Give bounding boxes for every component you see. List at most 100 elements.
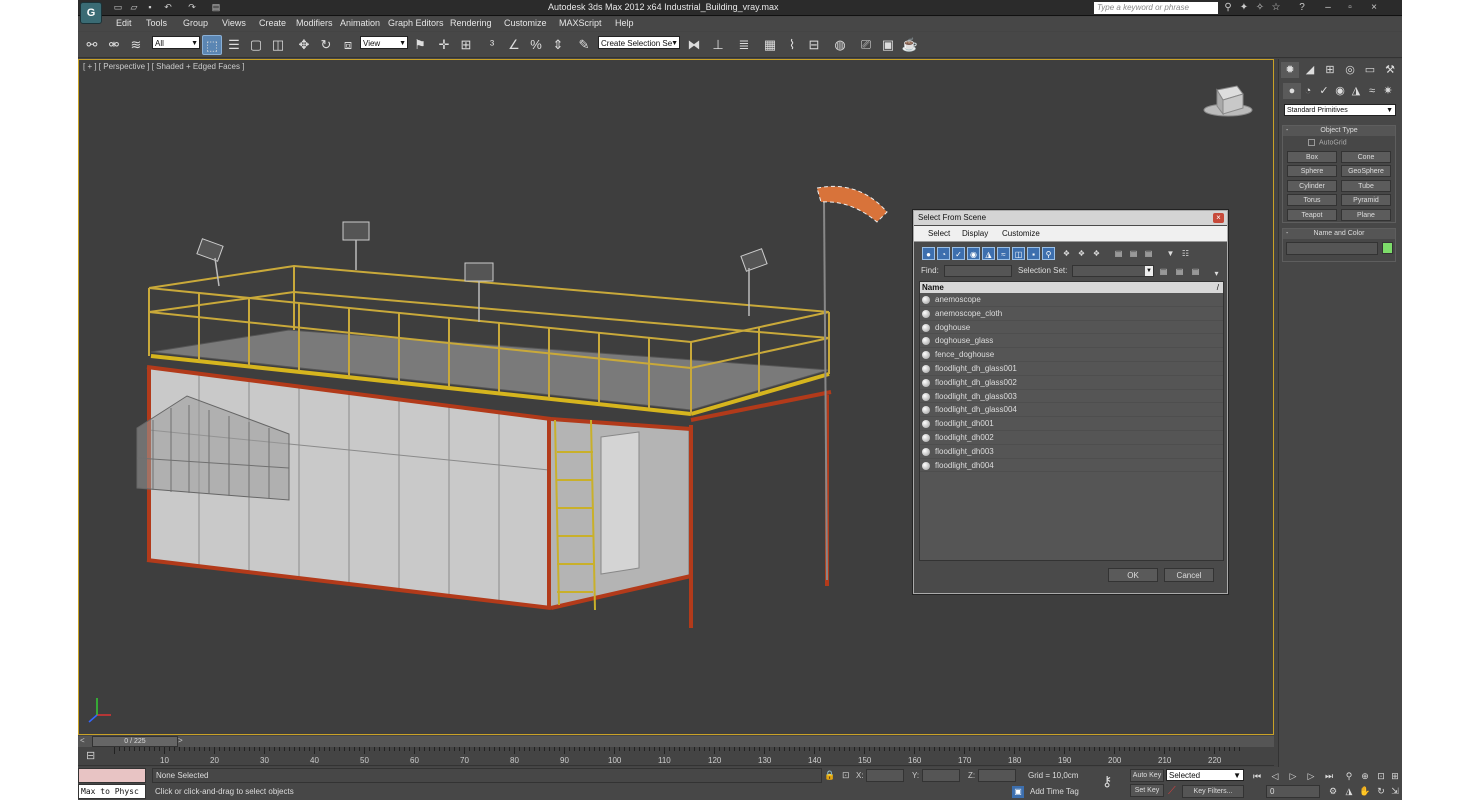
time-config-icon[interactable]: ⚙ (1326, 785, 1340, 798)
list-item[interactable]: floodlight_dh_glass003 (920, 390, 1223, 404)
zoom-extents-all-icon[interactable]: ⊞ (1388, 770, 1402, 783)
cone-button[interactable]: Cone (1341, 151, 1391, 163)
go-to-end-icon[interactable]: ⏭ (1322, 770, 1336, 782)
app-logo-button[interactable]: G (80, 2, 102, 24)
list-item[interactable]: fence_doghouse (920, 348, 1223, 362)
hierarchy-tab-icon[interactable]: ⊞ (1321, 62, 1339, 78)
reference-coordinate-dropdown[interactable]: View ▼ (360, 36, 408, 49)
list-item[interactable]: floodlight_dh_glass001 (920, 362, 1223, 376)
dialog-menu-select[interactable]: Select (928, 229, 950, 238)
box-button[interactable]: Box (1287, 151, 1337, 163)
communication-icon[interactable]: ✧ (1254, 2, 1266, 14)
absolute-mode-icon[interactable]: ⊡ (842, 770, 850, 781)
list-item[interactable]: anemoscope (920, 293, 1223, 307)
list-item[interactable]: floodlight_dh002 (920, 431, 1223, 445)
display-space-warps-icon[interactable]: ≈ (997, 247, 1010, 260)
material-editor-icon[interactable]: ◍ (830, 35, 850, 55)
maxscript-listener-output[interactable] (78, 768, 146, 783)
maximize-viewport-icon[interactable]: ⇲ (1388, 785, 1402, 798)
dialog-menu-display[interactable]: Display (962, 229, 988, 238)
edit-named-selection-icon[interactable]: ✎ (574, 35, 594, 55)
undo-icon[interactable]: ↶ (162, 2, 174, 13)
keyboard-shortcut-icon[interactable]: ⊞ (456, 35, 476, 55)
help-icon[interactable]: ? (1296, 2, 1308, 14)
cylinder-button[interactable]: Cylinder (1287, 180, 1337, 192)
object-type-header[interactable]: - Object Type (1283, 126, 1395, 136)
render-setup-icon[interactable]: ⎚ (856, 35, 876, 55)
select-all-icon[interactable]: ▤ (1112, 247, 1125, 260)
orbit-icon[interactable]: ↻ (1374, 785, 1388, 798)
slider-prev-icon[interactable]: < (80, 736, 85, 745)
autogrid-checkbox[interactable]: AutoGrid (1308, 139, 1347, 146)
dialog-title-bar[interactable]: Select From Scene (914, 211, 1227, 225)
move-icon[interactable]: ✥ (294, 35, 314, 55)
go-to-start-icon[interactable]: ⏮ (1250, 770, 1264, 782)
pan-icon[interactable]: ✋ (1358, 785, 1372, 798)
torus-button[interactable]: Torus (1287, 194, 1337, 206)
set-key-icon[interactable]: ⟋ (1168, 785, 1176, 798)
spinner-snap-icon[interactable]: ⇕ (548, 35, 568, 55)
dialog-options-icon[interactable]: ▾ (1210, 267, 1223, 280)
menu-tools[interactable]: Tools (146, 18, 167, 28)
menu-create[interactable]: Create (259, 18, 286, 28)
z-coordinate-field[interactable] (978, 769, 1016, 782)
time-tag-icon[interactable]: ▣ (1012, 786, 1024, 798)
teapot-button[interactable]: Teapot (1287, 209, 1337, 221)
display-all-icon[interactable]: ❖ (1060, 247, 1073, 260)
time-slider-thumb[interactable]: 0 / 225 (92, 736, 178, 747)
current-frame-field[interactable]: 0 (1266, 785, 1320, 798)
hierarchy-icon[interactable]: ☷ (1179, 247, 1192, 260)
search-input[interactable]: Type a keyword or phrase (1094, 2, 1218, 14)
selection-set-dropdown[interactable]: ▼ (1072, 265, 1154, 277)
mirror-icon[interactable]: ⧓ (684, 35, 704, 55)
display-helpers-icon[interactable]: ◮ (982, 247, 995, 260)
angle-snap-icon[interactable]: ∠ (504, 35, 524, 55)
name-and-color-header[interactable]: - Name and Color (1283, 229, 1395, 239)
menu-customize[interactable]: Customize (504, 18, 547, 28)
scale-icon[interactable]: ⧈ (338, 35, 358, 55)
set-key-button[interactable]: Set Key (1130, 784, 1164, 797)
select-invert-icon[interactable]: ▤ (1142, 247, 1155, 260)
snaps-toggle-icon[interactable]: ³ (482, 35, 502, 55)
rendered-frame-window-icon[interactable]: ▣ (878, 35, 898, 55)
find-input[interactable] (944, 265, 1012, 277)
link-icon[interactable]: ⚯ (82, 35, 102, 55)
select-none-icon[interactable]: ▤ (1127, 247, 1140, 260)
lock-selection-icon[interactable]: 🔒 (824, 770, 835, 781)
minimize-icon[interactable]: – (1322, 2, 1334, 14)
display-tab-icon[interactable]: ▭ (1361, 62, 1379, 78)
list-item[interactable]: doghouse (920, 321, 1223, 335)
display-xrefs-icon[interactable]: ▪ (1027, 247, 1040, 260)
selection-filter-dropdown[interactable]: All ▼ (152, 36, 200, 49)
list-item[interactable]: floodlight_dh_glass004 (920, 403, 1223, 418)
y-coordinate-field[interactable] (922, 769, 960, 782)
mini-curve-editor-icon[interactable]: ⊟ (86, 749, 95, 762)
menu-help[interactable]: Help (615, 18, 634, 28)
object-color-swatch[interactable] (1382, 242, 1393, 254)
schematic-view-icon[interactable]: ⊟ (804, 35, 824, 55)
rectangular-selection-icon[interactable]: ▢ (246, 35, 266, 55)
primitive-type-dropdown[interactable]: Standard Primitives ▼ (1284, 104, 1396, 116)
menu-group[interactable]: Group (183, 18, 208, 28)
select-by-name-icon[interactable]: ☰ (224, 35, 244, 55)
percent-snap-icon[interactable]: % (526, 35, 546, 55)
menu-maxscript[interactable]: MAXScript (559, 18, 602, 28)
named-selection-set-dropdown[interactable]: Create Selection Se ▼ (598, 36, 680, 49)
display-groups-icon[interactable]: ◫ (1012, 247, 1025, 260)
render-production-icon[interactable]: ☕ (900, 35, 920, 55)
add-time-tag[interactable]: Add Time Tag (1030, 787, 1079, 796)
list-item[interactable]: floodlight_dh004 (920, 459, 1223, 473)
auto-key-button[interactable]: Auto Key (1130, 769, 1164, 782)
select-object-icon[interactable]: ⬚ (202, 35, 222, 55)
tube-button[interactable]: Tube (1341, 180, 1391, 192)
unlink-icon[interactable]: ⚮ (104, 35, 124, 55)
binoculars-icon[interactable]: ⚲ (1222, 2, 1234, 14)
select-manipulate-icon[interactable]: ✛ (434, 35, 454, 55)
dialog-close-icon[interactable]: × (1213, 213, 1224, 223)
align-icon[interactable]: ⊥ (708, 35, 728, 55)
menu-modifiers[interactable]: Modifiers (296, 18, 333, 28)
save-file-icon[interactable]: ▪ (144, 2, 156, 13)
close-icon[interactable]: × (1368, 2, 1380, 14)
play-icon[interactable]: ▷ (1286, 770, 1300, 782)
list-item[interactable]: floodlight_dh_glass002 (920, 376, 1223, 390)
